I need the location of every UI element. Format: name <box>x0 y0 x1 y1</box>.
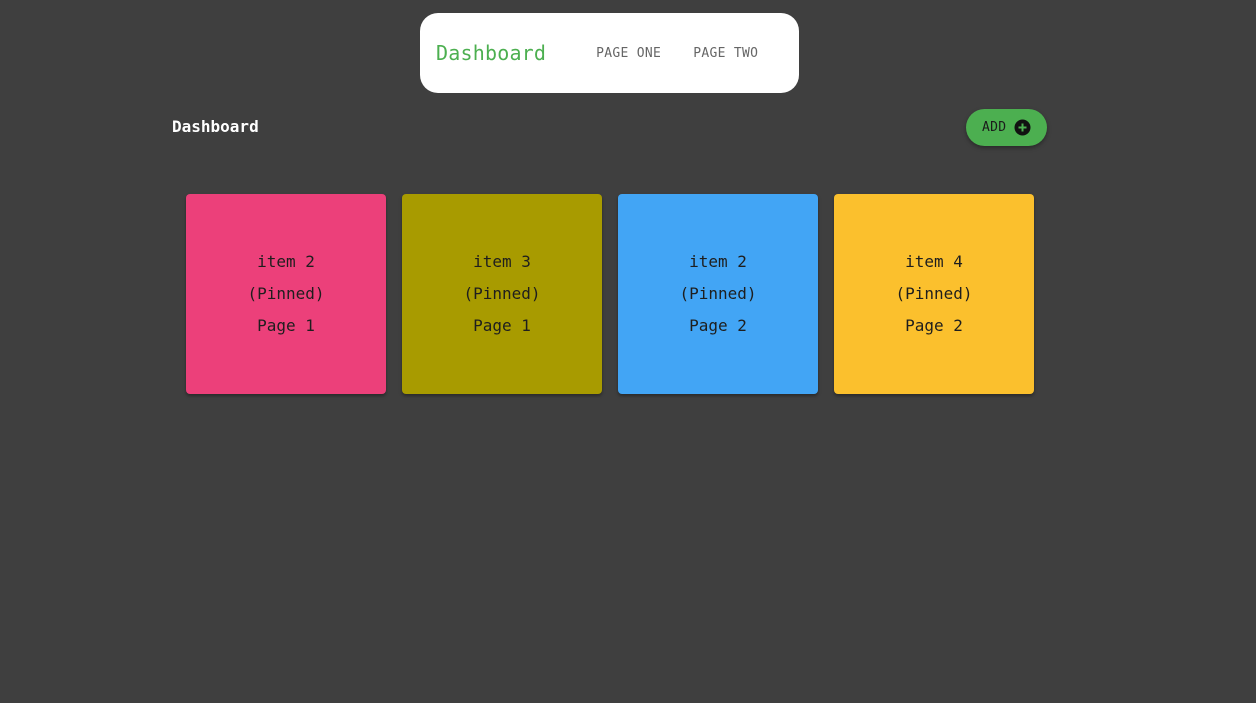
card-page: Page 2 <box>689 316 747 335</box>
nav-links: PAGE ONE PAGE TWO <box>592 38 762 69</box>
nav-link-page-two[interactable]: PAGE TWO <box>689 38 762 69</box>
card-pinned-status: (Pinned) <box>679 284 757 303</box>
card-title: item 4 <box>905 252 963 271</box>
card-pinned-status: (Pinned) <box>895 284 973 303</box>
plus-circle-icon <box>1014 119 1031 136</box>
card-pinned-status: (Pinned) <box>247 284 325 303</box>
item-card[interactable]: item 2 (Pinned) Page 1 <box>186 194 386 394</box>
card-page: Page 1 <box>473 316 531 335</box>
card-title: item 2 <box>689 252 747 271</box>
card-page: Page 2 <box>905 316 963 335</box>
add-button[interactable]: ADD <box>966 109 1047 146</box>
item-card[interactable]: item 2 (Pinned) Page 2 <box>618 194 818 394</box>
card-title: item 3 <box>473 252 531 271</box>
card-pinned-status: (Pinned) <box>463 284 541 303</box>
top-nav-bar: Dashboard PAGE ONE PAGE TWO <box>420 13 799 93</box>
page-title: Dashboard <box>172 117 259 136</box>
card-grid: item 2 (Pinned) Page 1 item 3 (Pinned) P… <box>186 194 1034 394</box>
nav-link-page-one[interactable]: PAGE ONE <box>592 38 665 69</box>
nav-brand-link[interactable]: Dashboard <box>436 41 546 65</box>
card-title: item 2 <box>257 252 315 271</box>
item-card[interactable]: item 4 (Pinned) Page 2 <box>834 194 1034 394</box>
item-card[interactable]: item 3 (Pinned) Page 1 <box>402 194 602 394</box>
card-page: Page 1 <box>257 316 315 335</box>
add-button-label: ADD <box>982 120 1007 135</box>
